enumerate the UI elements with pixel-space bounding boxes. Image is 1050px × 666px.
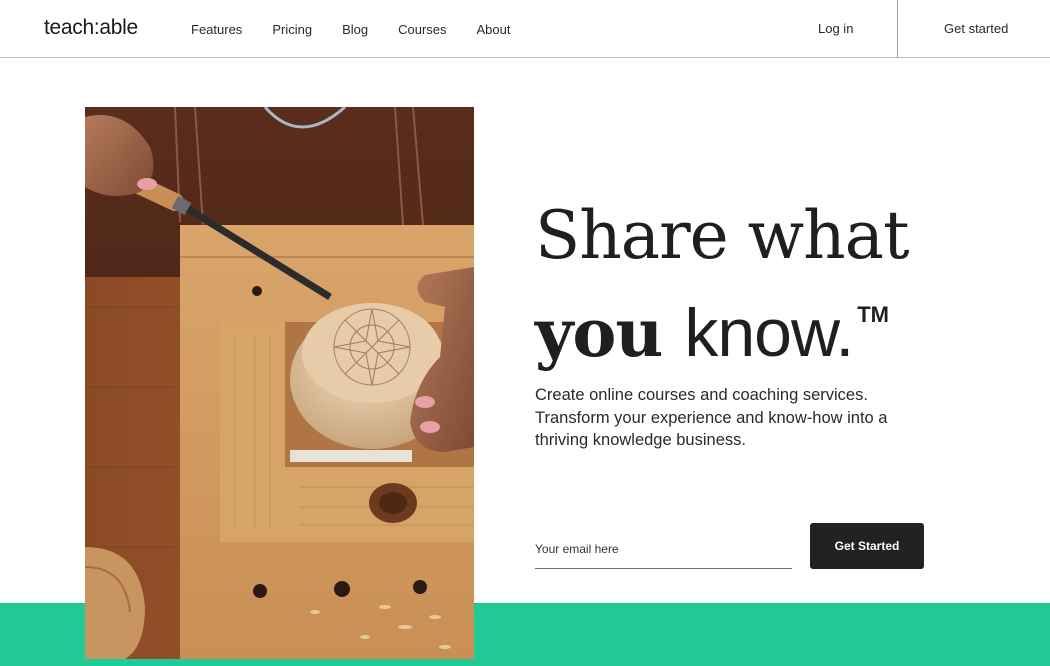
headline-line-2: you know. TM: [535, 275, 955, 385]
nav-blog[interactable]: Blog: [342, 22, 368, 37]
nav-about[interactable]: About: [477, 22, 511, 37]
logo[interactable]: teach:able: [44, 16, 138, 40]
get-started-link[interactable]: Get started: [944, 21, 1008, 36]
trademark-mark: TM: [857, 302, 889, 327]
login-link[interactable]: Log in: [818, 21, 853, 36]
hero-subtext: Create online courses and coaching servi…: [535, 386, 888, 449]
nav-pricing[interactable]: Pricing: [272, 22, 312, 37]
email-input[interactable]: [535, 530, 792, 569]
get-started-button[interactable]: Get Started: [810, 523, 924, 569]
nav-features[interactable]: Features: [191, 22, 242, 37]
headline-you: you: [535, 294, 685, 372]
nav-courses[interactable]: Courses: [398, 22, 446, 37]
header-divider: [897, 0, 898, 58]
headline-know: know.: [684, 295, 854, 371]
hero-photo-wood-carving: [85, 107, 474, 659]
main-nav: Features Pricing Blog Courses About: [191, 22, 511, 37]
hero-headline: Share what you know. TM: [535, 197, 955, 385]
headline-line-1: Share what: [535, 197, 910, 274]
site-header: teach:able Features Pricing Blog Courses…: [0, 0, 1050, 58]
